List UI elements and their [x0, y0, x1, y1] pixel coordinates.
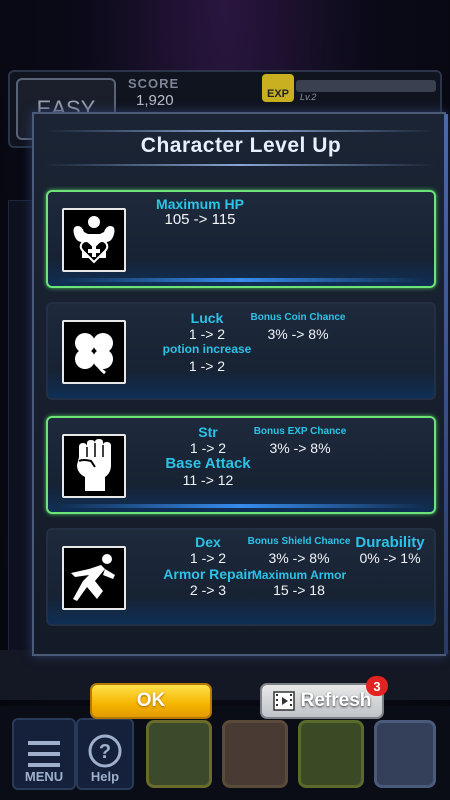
sub-stat-change: 11 -> 12 — [182, 472, 234, 488]
attack-item-slot[interactable] — [222, 720, 288, 788]
bonus2-name: Maximum Armor — [251, 568, 347, 582]
svg-text:?: ? — [99, 741, 111, 763]
extra-stat-name: Durability — [355, 534, 425, 551]
stat-change: 105 -> 115 — [164, 211, 236, 228]
sub-stat-name: potion increase — [162, 342, 252, 356]
score-value: 1,920 — [136, 92, 174, 109]
level-label: Lv.2 — [300, 92, 317, 102]
heart-muscle-icon — [62, 208, 126, 272]
upgrade-option-str[interactable]: Str 1 -> 2 Base Attack 11 -> 12 Bonus EX… — [46, 416, 436, 514]
burst-item-slot[interactable] — [298, 720, 364, 788]
film-icon — [272, 691, 295, 711]
ok-label: OK — [136, 690, 166, 711]
extra-stat-change: 0% -> 1% — [359, 550, 421, 566]
bonus-name: Bonus Shield Chance — [247, 536, 351, 547]
help-button[interactable]: ? Help — [76, 718, 134, 790]
stat-change: 1 -> 2 — [189, 440, 227, 456]
level-up-dialog: Character Level Up Maximum HP 105 -> 115 — [32, 112, 448, 656]
bonus-change: 3% -> 8% — [269, 440, 331, 456]
bonus-name: Bonus Coin Chance — [250, 312, 346, 323]
bonus-name: Bonus EXP Chance — [253, 426, 347, 437]
sub-stat-name: Base Attack — [165, 455, 251, 472]
stat-name: Str — [198, 424, 218, 440]
menu-button[interactable]: MENU — [12, 718, 76, 790]
card-glow — [58, 504, 424, 508]
refresh-label: Refresh — [300, 690, 372, 711]
dialog-title: Character Level Up — [140, 134, 342, 157]
clover-icon — [62, 320, 126, 384]
stat-name: Maximum HP — [156, 196, 244, 212]
exp-bar — [296, 80, 436, 92]
score-label: SCORE — [128, 76, 180, 91]
menu-label: MENU — [24, 769, 64, 784]
board-left-edge — [8, 200, 34, 700]
upgrade-option-max-hp[interactable]: Maximum HP 105 -> 115 — [46, 190, 436, 288]
fist-icon — [62, 434, 126, 498]
sub-stat-change: 2 -> 3 — [189, 582, 227, 598]
title-rule-top — [44, 130, 436, 132]
heal-item-slot[interactable] — [146, 720, 212, 788]
bonus2-change: 15 -> 18 — [273, 582, 325, 598]
stat-change: 1 -> 2 — [189, 550, 227, 566]
help-label: Help — [90, 769, 120, 784]
help-icon: ? — [88, 734, 122, 768]
bonus-change: 3% -> 8% — [268, 550, 330, 566]
refresh-count-badge: 3 — [366, 676, 388, 696]
upgrade-option-luck[interactable]: Luck 1 -> 2 potion increase 1 -> 2 Bonus… — [46, 302, 436, 400]
bonus-change: 3% -> 8% — [267, 326, 329, 342]
ok-button[interactable]: OK — [90, 683, 212, 719]
stat-name: Dex — [195, 534, 221, 550]
running-figure-icon — [62, 546, 126, 610]
shield-item-slot[interactable] — [374, 720, 436, 788]
exp-icon: EXP — [262, 74, 294, 102]
exp-label: EXP — [266, 88, 289, 100]
sub-stat-change: 1 -> 2 — [188, 358, 226, 374]
upgrade-option-dex[interactable]: Dex 1 -> 2 Armor Repair 2 -> 3 Bonus Shi… — [46, 528, 436, 626]
menu-icon — [28, 741, 60, 767]
card-glow — [58, 278, 424, 282]
title-rule-bottom — [44, 164, 436, 166]
exp-meter: EXP — [262, 74, 438, 102]
